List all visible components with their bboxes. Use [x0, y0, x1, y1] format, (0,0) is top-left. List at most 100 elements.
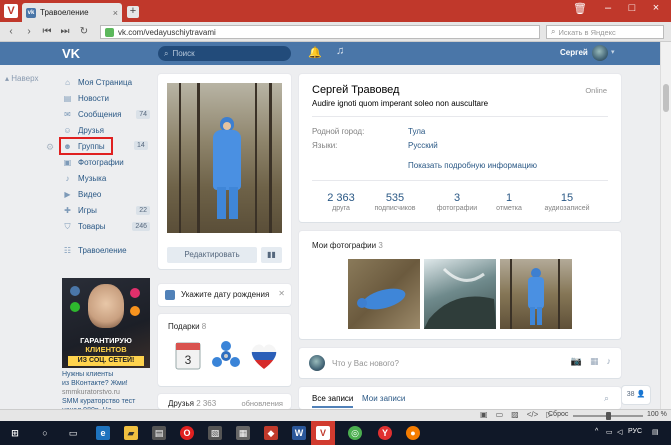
video-icon[interactable]: ▦ — [590, 356, 599, 367]
sidebar-item-groups[interactable]: ☻ Группы — [59, 137, 113, 155]
counter-friends[interactable]: 2 363 друга — [311, 192, 371, 212]
sidebar-item-goods[interactable]: ⛉ Товары 246 — [60, 218, 150, 234]
scrollbar-thumb[interactable] — [663, 84, 669, 112]
edge-browser-icon[interactable]: e — [96, 426, 110, 440]
counter-audio[interactable]: 15 аудиозаписей — [537, 192, 597, 212]
opera-icon[interactable]: O — [180, 426, 194, 440]
friends-updates-link[interactable]: обновления — [241, 399, 283, 408]
windows-start-icon[interactable]: ⊞ — [8, 426, 22, 440]
vk-search-input[interactable]: ⌕ Поиск — [158, 46, 291, 61]
gifts-heading[interactable]: Подарки 8 — [168, 322, 206, 331]
sidebar-item-messages[interactable]: ✉ Сообщения 74 — [60, 106, 150, 122]
back-icon[interactable]: ‹ — [4, 25, 18, 39]
yandex-browser-icon[interactable]: Y — [378, 426, 392, 440]
photos-heading[interactable]: Мои фотографии 3 — [312, 241, 383, 250]
page-scrollbar[interactable] — [660, 42, 671, 409]
hometown-link[interactable]: Тула — [408, 127, 425, 136]
task-view-icon[interactable]: ▭ — [66, 426, 80, 440]
languages-link[interactable]: Русский — [408, 141, 438, 150]
sidebar-item-friends[interactable]: ☺ Друзья — [60, 122, 150, 138]
close-icon[interactable]: ✕ — [278, 289, 285, 298]
tray-chevron-icon[interactable]: ^ — [595, 428, 598, 435]
sidebar-item-my-page[interactable]: ⌂ Моя Страница — [60, 74, 150, 90]
sidebar-item-photos[interactable]: ▣ Фотографии — [60, 154, 150, 170]
tab-all-posts[interactable]: Все записи — [312, 394, 354, 408]
gift-heart[interactable] — [249, 339, 279, 373]
sidebar-item-news[interactable]: ▤ Новости — [60, 90, 150, 106]
minimize-button[interactable]: – — [598, 2, 618, 14]
profile-photo[interactable] — [167, 83, 282, 233]
counter-photos[interactable]: 3 фотографии — [427, 192, 487, 212]
firefox-icon[interactable]: ● — [406, 426, 420, 440]
chevron-down-icon[interactable]: ▾ — [611, 48, 615, 56]
new-tab-button[interactable]: + — [127, 6, 139, 18]
file-explorer-icon[interactable]: ▰ — [124, 426, 138, 440]
zoom-slider-knob[interactable] — [606, 412, 611, 420]
chrome-icon[interactable]: ◎ — [348, 426, 362, 440]
camera-icon: ▣ — [63, 157, 72, 167]
profile-status[interactable]: Audire ignoti quom imperant soleo non au… — [312, 99, 488, 108]
new-post-input[interactable]: Что у Вас нового? — [332, 359, 399, 368]
word-icon[interactable]: W — [292, 426, 306, 440]
close-window-button[interactable]: × — [646, 2, 666, 14]
friends-card[interactable]: Друзья 2 363 обновления — [158, 394, 291, 409]
store-icon[interactable]: ▤ — [152, 426, 166, 440]
edit-profile-button[interactable]: Редактировать — [167, 247, 257, 263]
reload-icon[interactable]: ↻ — [77, 25, 91, 39]
header-user-name[interactable]: Сергей — [560, 48, 588, 57]
browser-tab-active[interactable]: vk Травоеление × — [22, 3, 122, 22]
new-post-card[interactable]: Что у Вас нового? 📷 ▦ ♪ — [299, 348, 621, 378]
ad-image[interactable]: ГАРАНТИРУЮ КЛИЕНТОВ ИЗ СОЦ. СЕТЕЙ! — [62, 278, 150, 368]
photo-thumbnail[interactable] — [348, 259, 420, 329]
network-icon[interactable]: ▭ — [606, 428, 613, 436]
camera-icon[interactable]: 📷 — [571, 356, 582, 367]
header-avatar[interactable] — [592, 45, 608, 61]
app-icon[interactable]: ◆ — [264, 426, 278, 440]
zoom-reset[interactable]: Сброс — [548, 411, 568, 418]
maximize-button[interactable]: □ — [622, 2, 642, 14]
tile-icon[interactable]: ▭ — [496, 410, 504, 419]
divider — [312, 180, 608, 181]
volume-icon[interactable]: ◁ — [617, 428, 622, 436]
birthday-prompt-card[interactable]: Укажите дату рождения ✕ — [158, 284, 291, 306]
code-icon[interactable]: </> — [527, 410, 539, 419]
sidebar-item-community[interactable]: ☷ Травоеление — [60, 242, 150, 258]
gear-icon[interactable]: ⚙ — [46, 142, 54, 153]
url-field[interactable]: vk.com/vedayuschiytravami — [100, 25, 540, 39]
search-icon[interactable]: ⌕ — [604, 393, 609, 404]
sidebar-item-music[interactable]: ♪ Музыка — [60, 170, 150, 186]
stats-button[interactable]: ▮▮ — [261, 247, 282, 263]
camera-icon[interactable]: ▣ — [480, 410, 488, 419]
rewind-icon[interactable]: ⏮ — [40, 25, 54, 39]
trash-icon[interactable]: 🗑 — [570, 2, 590, 15]
action-center-icon[interactable]: ▤ — [652, 428, 659, 436]
vk-logo-icon[interactable]: VK — [62, 46, 80, 61]
counter-tags[interactable]: 1 отметка — [479, 192, 539, 212]
photo-thumbnail[interactable] — [500, 259, 572, 329]
gift-fidget-spinner[interactable] — [211, 339, 241, 373]
forward-icon[interactable]: › — [22, 25, 36, 39]
app-icon[interactable]: ▦ — [236, 426, 250, 440]
tab-close-icon[interactable]: × — [113, 8, 118, 18]
music-note-icon[interactable]: ♪ — [607, 356, 612, 367]
language-indicator[interactable]: РУС — [628, 428, 642, 435]
sidebar-item-video[interactable]: ▶ Видео — [60, 186, 150, 202]
scroll-to-top-link[interactable]: ▴ Наверх — [5, 74, 38, 83]
notifications-bell-icon[interactable]: 🔔 — [308, 46, 322, 59]
photo-thumbnail[interactable] — [424, 259, 496, 329]
fast-forward-icon[interactable]: ⏭ — [58, 25, 72, 39]
vivaldi-menu-button[interactable]: V — [0, 0, 22, 22]
search-icon[interactable]: ○ — [38, 426, 52, 440]
image-icon[interactable]: ▨ — [511, 410, 519, 419]
app-icon[interactable]: ▧ — [208, 426, 222, 440]
gift-calendar[interactable]: 3 — [173, 339, 203, 373]
messages-badge[interactable]: 38 👤 — [622, 386, 650, 404]
vivaldi-icon[interactable]: V — [316, 426, 330, 440]
sidebar-item-label: Игры — [78, 205, 97, 215]
music-note-icon[interactable]: ♫ — [336, 45, 344, 57]
tab-my-posts[interactable]: Мои записи — [362, 394, 405, 403]
browser-search-field[interactable]: ⌕ Искать в Яндекс — [546, 25, 664, 39]
counter-followers[interactable]: 535 подписчиков — [365, 192, 425, 212]
show-details-link[interactable]: Показать подробную информацию — [408, 161, 537, 170]
sidebar-item-games[interactable]: ✚ Игры 22 — [60, 202, 150, 218]
